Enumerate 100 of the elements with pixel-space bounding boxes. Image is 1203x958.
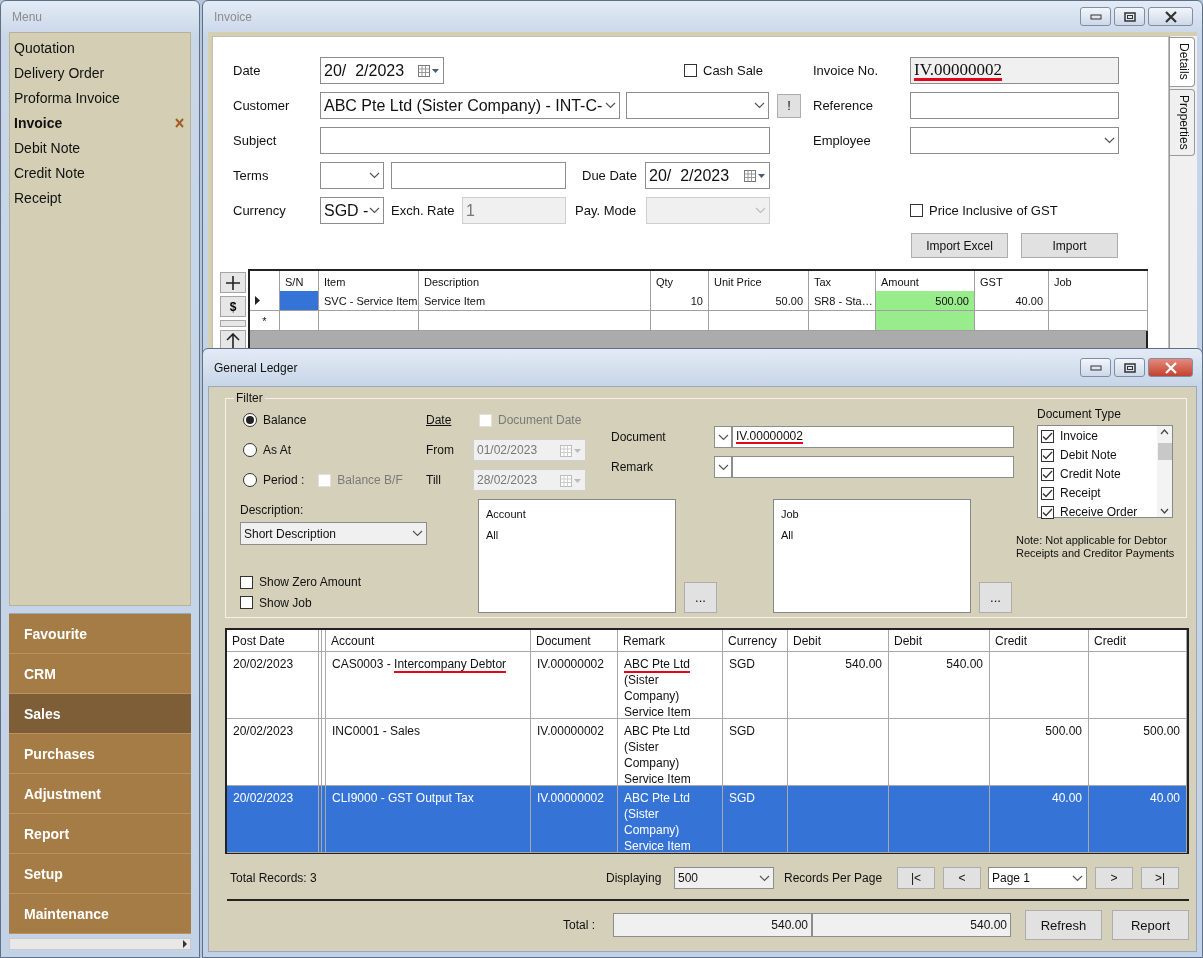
checkbox[interactable] bbox=[1041, 505, 1054, 519]
currency-button[interactable]: $ bbox=[220, 296, 246, 317]
calendar-dropdown-icon[interactable] bbox=[744, 169, 766, 182]
plus-icon bbox=[226, 275, 240, 290]
side-tab[interactable]: Properties bbox=[1170, 88, 1195, 157]
menu-item[interactable]: Quotation bbox=[14, 35, 186, 60]
checkbox[interactable] bbox=[1041, 429, 1054, 443]
last-page-button[interactable]: >| bbox=[1141, 867, 1179, 889]
column-header[interactable]: GST bbox=[975, 271, 1049, 293]
dropdown-button[interactable] bbox=[714, 456, 732, 478]
nav-group-button[interactable]: Purchases bbox=[9, 734, 191, 774]
menu-item[interactable]: Invoice bbox=[14, 110, 186, 135]
column-header[interactable]: Unit Price bbox=[709, 271, 809, 293]
checkbox[interactable] bbox=[1041, 448, 1054, 462]
checkbox[interactable] bbox=[1041, 486, 1054, 500]
scrollbar-thumb[interactable] bbox=[1157, 443, 1172, 460]
date-field[interactable]: 20/ 2/2023 bbox=[320, 57, 444, 84]
calendar-dropdown-icon[interactable] bbox=[418, 64, 440, 77]
list-item[interactable]: All bbox=[781, 529, 963, 541]
browse-button[interactable]: ... bbox=[979, 582, 1012, 613]
radio-button[interactable] bbox=[243, 443, 257, 457]
column-header[interactable]: Credit bbox=[990, 630, 1089, 652]
menu-item[interactable]: Receipt bbox=[14, 185, 186, 210]
document-field[interactable]: IV.00000002 bbox=[732, 426, 1014, 448]
column-header[interactable]: Credit bbox=[1089, 630, 1187, 652]
alert-button[interactable]: ! bbox=[777, 93, 801, 118]
close-button[interactable] bbox=[1148, 358, 1193, 377]
scrollbar[interactable] bbox=[9, 938, 191, 950]
currency-combo[interactable]: SGD - bbox=[320, 197, 384, 224]
close-icon bbox=[1163, 10, 1178, 23]
radio-label: Period : bbox=[263, 473, 305, 487]
column-header[interactable]: Amount bbox=[876, 271, 975, 293]
nav-group-button[interactable]: Adjustment bbox=[9, 774, 191, 814]
maximize-icon bbox=[1123, 362, 1136, 373]
menu-item[interactable]: Debit Note bbox=[14, 135, 186, 160]
column-header[interactable]: Item bbox=[319, 271, 419, 293]
browse-button[interactable]: ... bbox=[684, 582, 717, 613]
list-item: Receipt bbox=[1060, 486, 1101, 500]
column-header[interactable]: Job bbox=[1049, 271, 1148, 293]
radio-button[interactable] bbox=[243, 413, 257, 427]
side-tab[interactable]: Details bbox=[1170, 37, 1195, 87]
combo-box[interactable] bbox=[626, 92, 769, 119]
first-page-button[interactable]: |< bbox=[897, 867, 935, 889]
records-per-page-combo[interactable]: 500 bbox=[674, 867, 774, 889]
remark-field[interactable] bbox=[732, 456, 1014, 478]
scrollbar[interactable] bbox=[1157, 426, 1172, 517]
refresh-button[interactable]: Refresh bbox=[1025, 910, 1102, 940]
column-header[interactable]: Description bbox=[419, 271, 651, 293]
column-header[interactable]: Post Date bbox=[227, 630, 319, 652]
nav-group-button[interactable]: Sales bbox=[9, 694, 191, 734]
column-header[interactable]: Debit bbox=[889, 630, 990, 652]
page-combo[interactable]: Page 1 bbox=[988, 867, 1087, 889]
customer-combo[interactable]: ABC Pte Ltd (Sister Company) - INT-C- bbox=[320, 92, 620, 119]
reference-field[interactable] bbox=[910, 92, 1119, 119]
checkbox[interactable] bbox=[240, 596, 253, 610]
new-row-marker: * bbox=[250, 311, 280, 331]
checkbox[interactable] bbox=[1041, 467, 1054, 481]
table-cell: CAS0003 - Intercompany Debtor bbox=[326, 652, 531, 719]
maximize-button[interactable] bbox=[1114, 358, 1145, 377]
due-date-field[interactable]: 20/ 2/2023 bbox=[645, 162, 770, 189]
import-excel-button[interactable]: Import Excel bbox=[911, 233, 1008, 258]
checkbox[interactable] bbox=[240, 575, 253, 589]
nav-group-button[interactable]: Report bbox=[9, 814, 191, 854]
next-page-button[interactable]: > bbox=[1095, 867, 1133, 889]
employee-combo[interactable] bbox=[910, 127, 1119, 154]
description-combo[interactable]: Short Description bbox=[240, 522, 427, 545]
checkbox[interactable] bbox=[684, 64, 697, 77]
list-item[interactable]: All bbox=[486, 529, 668, 541]
column-header[interactable]: Document bbox=[531, 630, 618, 652]
column-header[interactable]: Tax bbox=[809, 271, 876, 293]
dropdown-button[interactable] bbox=[714, 426, 732, 448]
column-header[interactable]: S/N bbox=[280, 271, 319, 293]
previous-page-button[interactable]: < bbox=[943, 867, 981, 889]
menu-item[interactable]: Delivery Order bbox=[14, 60, 186, 85]
import-button[interactable]: Import bbox=[1021, 233, 1118, 258]
close-button[interactable] bbox=[1148, 7, 1193, 26]
column-header[interactable]: Currency bbox=[723, 630, 788, 652]
column-header[interactable]: Remark bbox=[618, 630, 723, 652]
table-cell: 540.00 bbox=[788, 652, 889, 719]
nav-group-button[interactable]: Setup bbox=[9, 854, 191, 894]
close-icon[interactable] bbox=[175, 117, 184, 128]
checkbox[interactable] bbox=[910, 204, 923, 217]
menu-item[interactable]: Proforma Invoice bbox=[14, 85, 186, 110]
report-button[interactable]: Report bbox=[1112, 910, 1189, 940]
terms-combo[interactable] bbox=[320, 162, 384, 189]
nav-group-button[interactable]: Maintenance bbox=[9, 894, 191, 934]
menu-item[interactable]: Credit Note bbox=[14, 160, 186, 185]
subject-field[interactable] bbox=[320, 127, 770, 154]
add-row-button[interactable] bbox=[220, 272, 246, 293]
field-label: Reference bbox=[813, 98, 874, 113]
radio-button[interactable] bbox=[243, 473, 257, 487]
column-header[interactable]: Debit bbox=[788, 630, 889, 652]
field-label: Due Date bbox=[581, 168, 638, 183]
nav-group-button[interactable]: CRM bbox=[9, 654, 191, 694]
column-header[interactable]: Account bbox=[326, 630, 531, 652]
maximize-button[interactable] bbox=[1114, 7, 1145, 26]
nav-group-button[interactable]: Favourite bbox=[9, 614, 191, 654]
column-header[interactable]: Qty bbox=[651, 271, 709, 293]
invoice-number-field[interactable]: IV.00000002 bbox=[910, 57, 1119, 84]
terms-field[interactable] bbox=[391, 162, 566, 189]
